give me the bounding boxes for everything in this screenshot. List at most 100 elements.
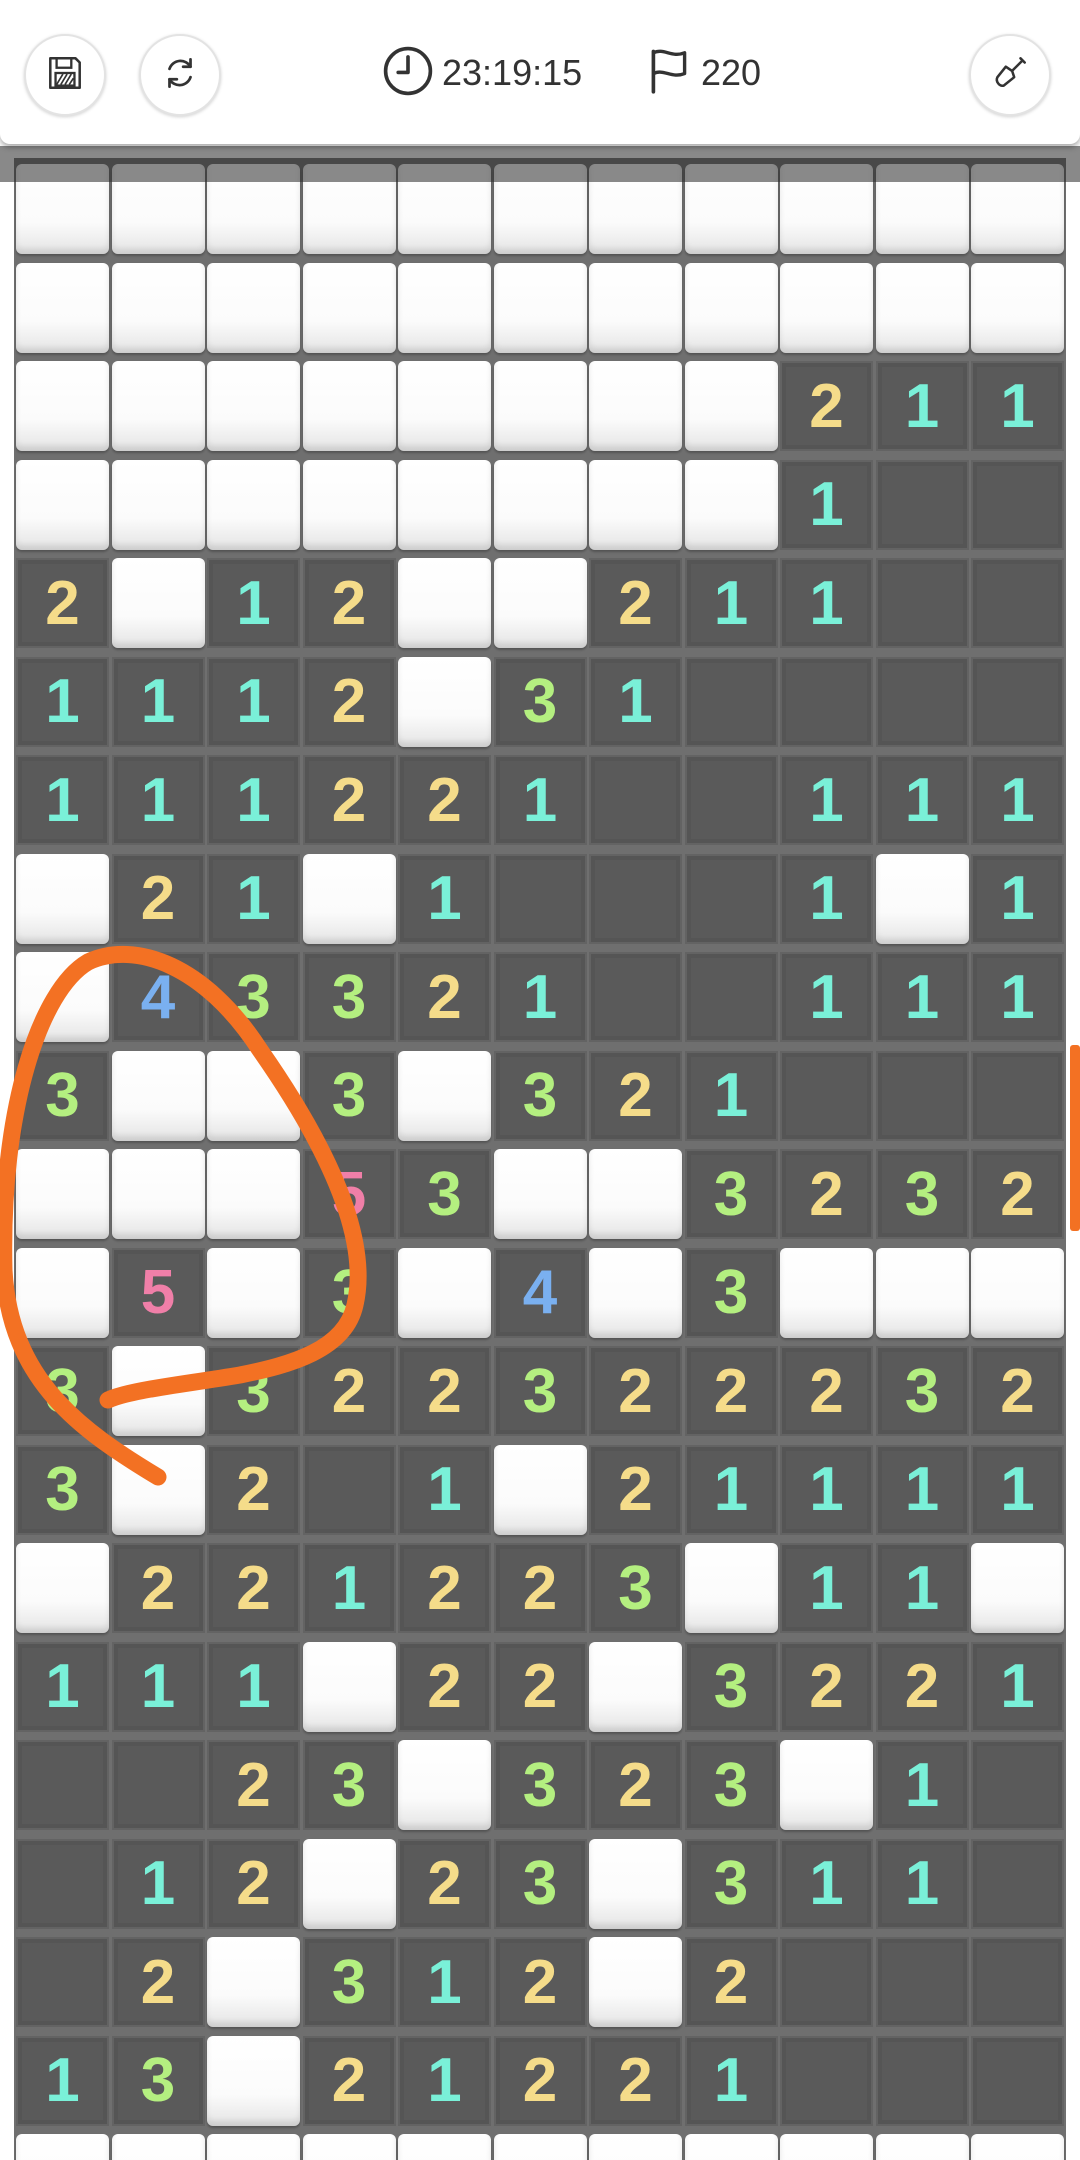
number-tile[interactable]: 2 [971,1346,1064,1436]
empty-tile[interactable] [875,459,969,550]
number-tile[interactable]: 1 [16,656,109,747]
number-tile[interactable]: 3 [302,1050,396,1141]
number-tile[interactable]: 1 [875,1444,969,1535]
number-tile[interactable]: 2 [971,1149,1064,1239]
empty-tile[interactable] [971,1937,1064,2027]
number-tile[interactable]: 2 [302,1346,396,1436]
number-tile[interactable]: 1 [207,1641,300,1732]
number-tile[interactable]: 3 [589,1543,682,1633]
number-tile[interactable]: 2 [16,558,109,648]
number-tile[interactable]: 1 [207,755,300,845]
number-tile[interactable]: 1 [780,1543,873,1633]
number-tile[interactable]: 1 [971,853,1064,944]
number-tile[interactable]: 2 [589,1444,682,1535]
covered-tile[interactable] [398,656,491,747]
covered-tile[interactable] [493,558,587,648]
number-tile[interactable]: 1 [875,1740,969,1830]
covered-tile[interactable] [302,262,396,353]
number-tile[interactable]: 1 [111,755,205,845]
covered-tile[interactable] [971,1247,1064,1338]
covered-tile[interactable] [207,459,300,550]
number-tile[interactable]: 1 [875,952,969,1042]
empty-tile[interactable] [16,1838,109,1929]
covered-tile[interactable] [207,2035,300,2126]
empty-tile[interactable] [684,952,778,1042]
number-tile[interactable]: 2 [398,1346,491,1436]
covered-tile[interactable] [207,262,300,353]
covered-tile[interactable] [684,459,778,550]
number-tile[interactable]: 2 [111,853,205,944]
number-tile[interactable]: 3 [493,1346,587,1436]
covered-tile[interactable] [111,1444,205,1535]
number-tile[interactable]: 2 [111,1937,205,2027]
number-tile[interactable]: 2 [684,1346,778,1436]
covered-tile[interactable] [875,853,969,944]
number-tile[interactable]: 2 [589,1346,682,1436]
covered-tile[interactable] [875,262,969,353]
empty-tile[interactable] [875,1937,969,2027]
number-tile[interactable]: 2 [493,1543,587,1633]
covered-tile[interactable] [684,1543,778,1633]
covered-tile[interactable] [398,1050,491,1141]
covered-tile[interactable] [302,1641,396,1732]
number-tile[interactable]: 3 [684,1740,778,1830]
number-tile[interactable]: 3 [398,1149,491,1239]
number-tile[interactable]: 3 [493,1050,587,1141]
covered-tile[interactable] [398,1740,491,1830]
number-tile[interactable]: 2 [589,558,682,648]
covered-tile[interactable] [493,459,587,550]
number-tile[interactable]: 1 [971,1444,1064,1535]
covered-tile[interactable] [971,1543,1064,1633]
number-tile[interactable]: 1 [875,361,969,451]
number-tile[interactable]: 3 [875,1346,969,1436]
number-tile[interactable]: 1 [971,361,1064,451]
number-tile[interactable]: 3 [111,2035,205,2126]
covered-tile[interactable] [398,361,491,451]
covered-tile[interactable] [684,262,778,353]
number-tile[interactable]: 2 [302,656,396,747]
number-tile[interactable]: 4 [493,1247,587,1338]
number-tile[interactable]: 3 [302,1740,396,1830]
number-tile[interactable]: 1 [207,853,300,944]
number-tile[interactable]: 1 [875,1838,969,1929]
number-tile[interactable]: 1 [971,952,1064,1042]
number-tile[interactable]: 3 [302,1937,396,2027]
number-tile[interactable]: 2 [398,755,491,845]
number-tile[interactable]: 3 [207,1346,300,1436]
empty-tile[interactable] [875,2035,969,2126]
number-tile[interactable]: 3 [302,952,396,1042]
number-tile[interactable]: 3 [493,656,587,747]
covered-tile[interactable] [111,459,205,550]
number-tile[interactable]: 3 [684,1247,778,1338]
empty-tile[interactable] [971,1740,1064,1830]
covered-tile[interactable] [589,459,682,550]
covered-tile[interactable] [16,853,109,944]
covered-tile[interactable] [589,1149,682,1239]
number-tile[interactable]: 2 [493,1641,587,1732]
covered-tile[interactable] [111,361,205,451]
covered-tile[interactable] [302,459,396,550]
number-tile[interactable]: 1 [493,952,587,1042]
number-tile[interactable]: 1 [207,656,300,747]
covered-tile[interactable] [111,1346,205,1436]
number-tile[interactable]: 1 [589,656,682,747]
number-tile[interactable]: 1 [111,656,205,747]
dig-mode-button[interactable] [969,34,1051,116]
empty-tile[interactable] [875,656,969,747]
number-tile[interactable]: 5 [302,1149,396,1239]
covered-tile[interactable] [398,459,491,550]
number-tile[interactable]: 2 [589,2035,682,2126]
covered-tile[interactable] [207,1247,300,1338]
save-button[interactable] [24,34,106,116]
number-tile[interactable]: 2 [398,952,491,1042]
number-tile[interactable]: 1 [16,1641,109,1732]
covered-tile[interactable] [16,459,109,550]
covered-tile[interactable] [398,1247,491,1338]
empty-tile[interactable] [875,558,969,648]
number-tile[interactable]: 5 [111,1247,205,1338]
number-tile[interactable]: 2 [302,558,396,648]
empty-tile[interactable] [684,755,778,845]
number-tile[interactable]: 1 [780,1838,873,1929]
covered-tile[interactable] [302,361,396,451]
number-tile[interactable]: 2 [302,2035,396,2126]
